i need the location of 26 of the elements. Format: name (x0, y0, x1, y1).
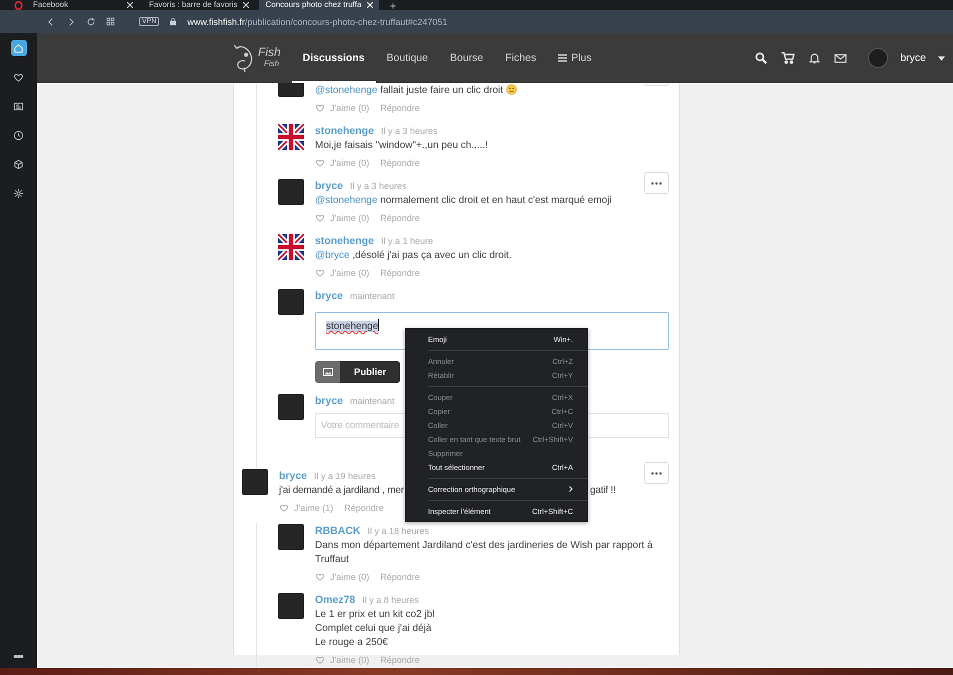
timestamp: Il y a 8 heures (362, 594, 419, 604)
timestamp: maintenant (350, 396, 395, 406)
comment-text: @stonehenge fallait juste faire un clic droit (315, 84, 633, 98)
author-name: stonehenge (315, 124, 374, 136)
timestamp: maintenant (350, 290, 395, 300)
author-name: bryce (315, 290, 344, 302)
comment-text: j'ai demandé a jardiland , mer (279, 484, 404, 498)
comment-text: Le 1 er prix et un kit co2 jbl Complet celui que j'ai déjà Le rouge a 250€ (315, 608, 436, 650)
timestamp: Il y a 19 heures (314, 470, 376, 480)
logo-text: Fish (263, 58, 280, 69)
timestamp: Il y a 3 heures (380, 126, 438, 136)
comment-text: gatif !! (590, 484, 616, 498)
timestamp: Il y a 3 heures (350, 180, 407, 190)
author-name: bryce (315, 180, 344, 192)
author-name: bryce (315, 394, 344, 406)
comment-text: Dans mon département Jardiland c'est des jardineries de Wish par rapport à Truffaut (315, 539, 654, 567)
comment-text: Moi,je faisais "window"+.,un peu ch.....! (315, 139, 490, 153)
author-name: stonehenge (315, 234, 374, 246)
timestamp: Il y a 1 heure (380, 236, 433, 246)
author-name: Omez78 (315, 594, 356, 606)
author-name: RBBACK (315, 524, 360, 536)
comment-text: @bryce ,désolé j'ai pas ça avec un clic droit. (315, 249, 513, 263)
timestamp: Il y a 18 heures (368, 526, 430, 536)
author-name: bryce (279, 470, 308, 482)
logo-text: Fish (258, 47, 281, 58)
comment-text: @stonehenge normalement clic droit et en haut c'est marqué emoji (315, 194, 613, 208)
